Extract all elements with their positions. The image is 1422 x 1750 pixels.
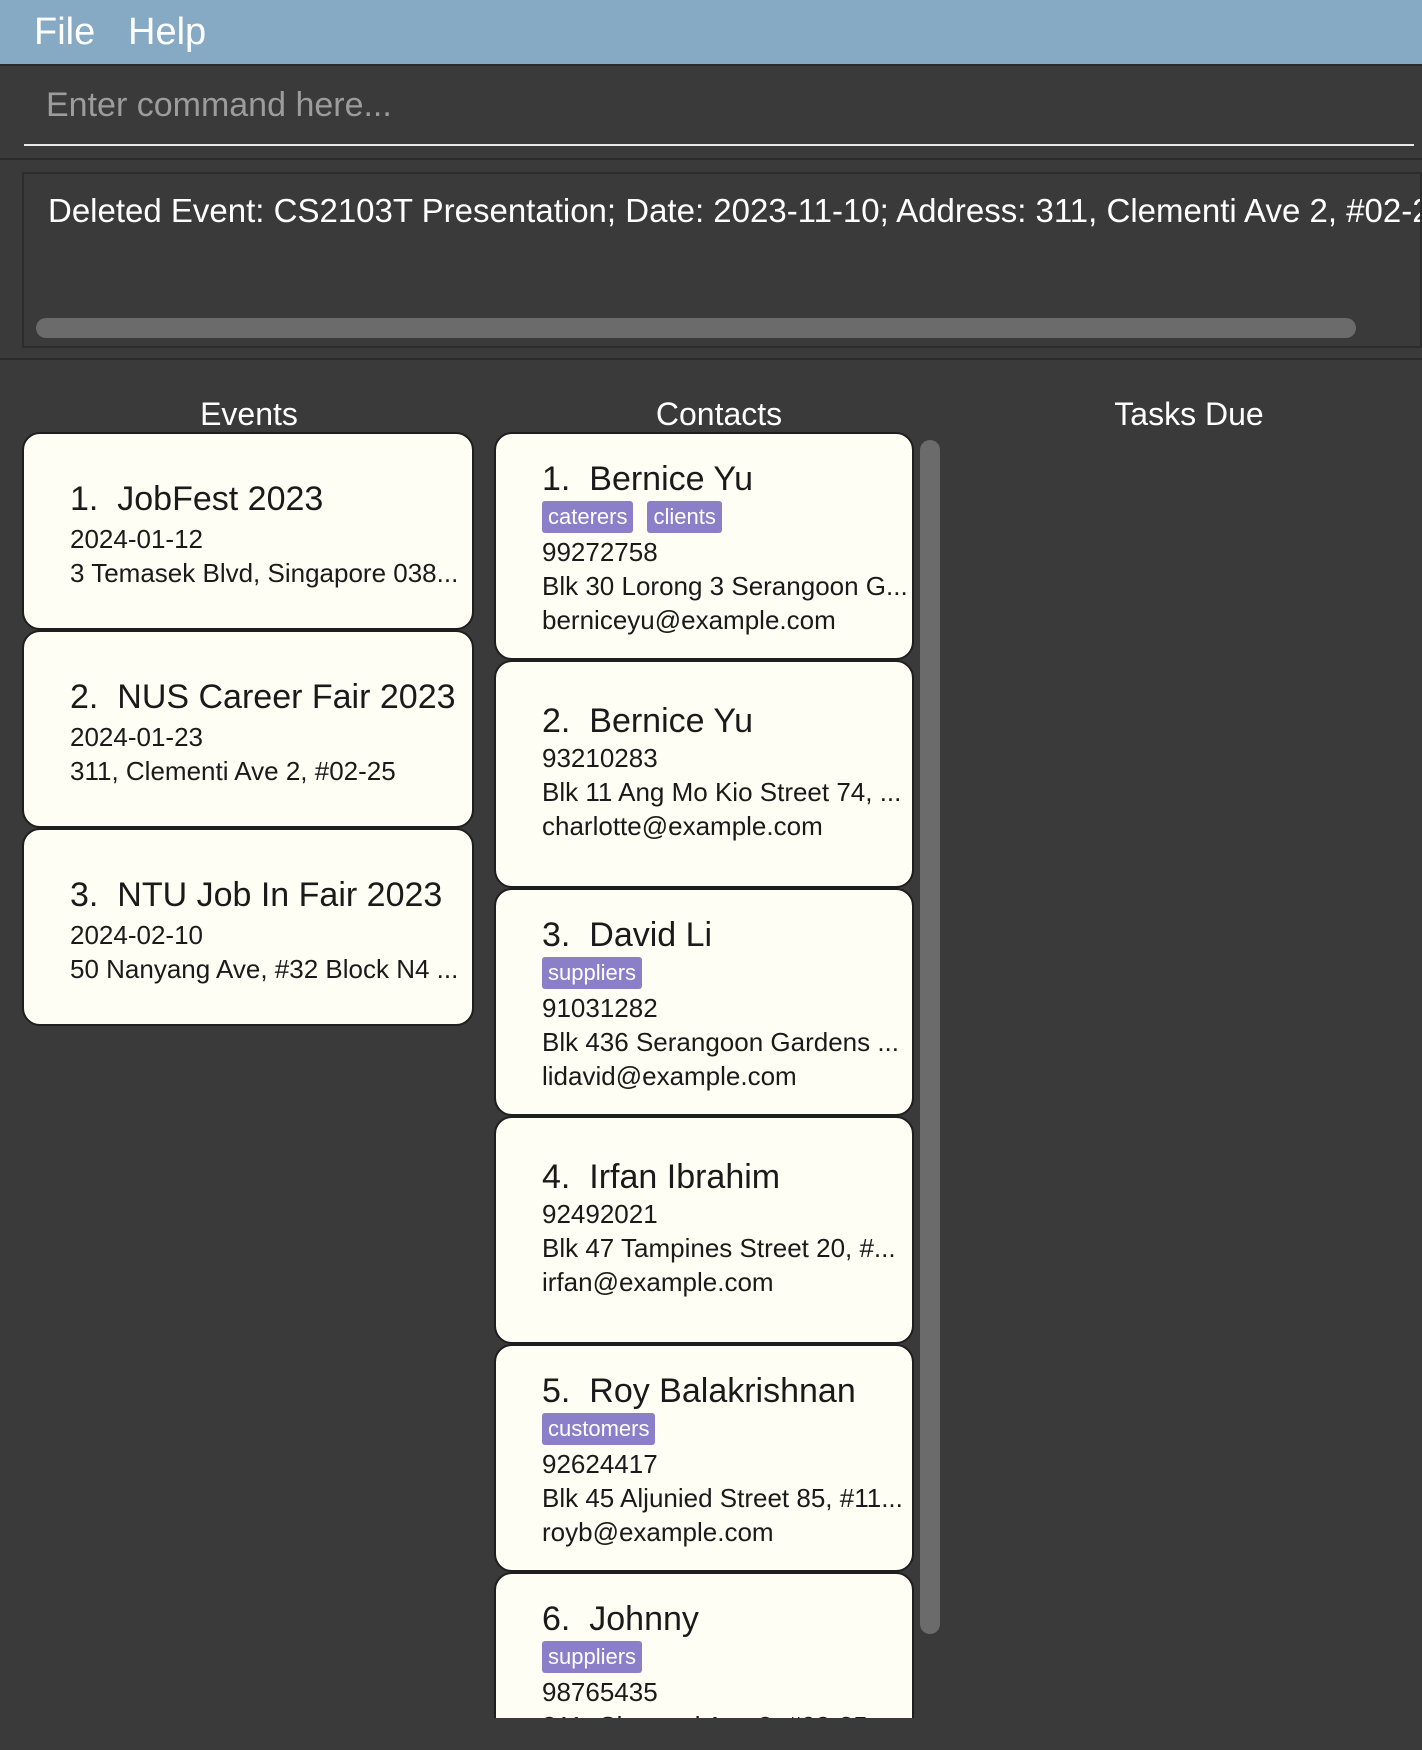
contact-body: 6. Johnny suppliers 98765435 311, Clemen… <box>542 1600 868 1718</box>
contact-email: royb@example.com <box>542 1517 774 1547</box>
contacts-heading: Contacts <box>655 396 783 432</box>
contact-card[interactable]: 1. Bernice Yu caterers clients 99272758 … <box>494 432 914 660</box>
result-text: Deleted Event: CS2103T Presentation; Dat… <box>48 192 1422 229</box>
event-date: 2024-01-12 <box>70 524 203 554</box>
contact-card[interactable]: 4. Irfan Ibrahim 92492021 Blk 47 Tampine… <box>494 1116 914 1344</box>
menu-bar: File Help <box>0 0 1422 64</box>
contact-body: 3. David Li suppliers 91031282 Blk 436 S… <box>542 916 899 1093</box>
menu-file[interactable]: File <box>34 8 95 56</box>
event-date: 2024-01-23 <box>70 722 203 752</box>
event-date: 2024-02-10 <box>70 920 203 950</box>
contact-phone: 99272758 <box>542 537 658 567</box>
event-card[interactable]: 2. NUS Career Fair 2023 2024-01-23 311, … <box>22 630 474 828</box>
contact-address: Blk 30 Lorong 3 Serangoon G... <box>542 571 908 601</box>
result-display: Deleted Event: CS2103T Presentation; Dat… <box>0 158 1422 360</box>
contact-card[interactable]: 6. Johnny suppliers 98765435 311, Clemen… <box>494 1572 914 1718</box>
result-box: Deleted Event: CS2103T Presentation; Dat… <box>22 172 1422 348</box>
tag: suppliers <box>542 1641 643 1673</box>
tasks-heading: Tasks Due <box>1114 396 1264 432</box>
event-title: 1. JobFest 2023 <box>70 480 324 518</box>
contact-body: 5. Roy Balakrishnan customers 92624417 B… <box>542 1372 903 1549</box>
contact-body: 1. Bernice Yu caterers clients 99272758 … <box>542 460 908 637</box>
contact-name: 4. Irfan Ibrahim <box>542 1158 781 1196</box>
contact-card[interactable]: 3. David Li suppliers 91031282 Blk 436 S… <box>494 888 914 1116</box>
contact-tags: caterers clients <box>542 501 908 535</box>
tag: caterers <box>542 501 634 533</box>
event-address: 3 Temasek Blvd, Singapore 038... <box>70 558 459 588</box>
horizontal-scrollbar[interactable] <box>36 318 1356 338</box>
command-input[interactable] <box>24 66 1414 146</box>
tag: clients <box>647 501 722 533</box>
contact-phone: 98765435 <box>542 1677 658 1707</box>
events-heading: Events <box>200 396 298 432</box>
contact-phone: 92492021 <box>542 1199 658 1229</box>
contact-card[interactable]: 2. Bernice Yu 93210283 Blk 11 Ang Mo Kio… <box>494 660 914 888</box>
contacts-list: 1. Bernice Yu caterers clients 99272758 … <box>494 432 914 1718</box>
contact-email: irfan@example.com <box>542 1267 774 1297</box>
contact-phone: 91031282 <box>542 993 658 1023</box>
tag: customers <box>542 1413 656 1445</box>
contact-name: 1. Bernice Yu <box>542 460 754 498</box>
contact-name: 6. Johnny <box>542 1600 699 1638</box>
menu-help[interactable]: Help <box>128 8 206 56</box>
contact-phone: 93210283 <box>542 743 658 773</box>
contact-tags: suppliers <box>542 957 899 991</box>
contact-phone: 92624417 <box>542 1449 658 1479</box>
tag: suppliers <box>542 957 643 989</box>
contact-card[interactable]: 5. Roy Balakrishnan customers 92624417 B… <box>494 1344 914 1572</box>
contact-address: Blk 47 Tampines Street 20, #... <box>542 1233 896 1263</box>
contact-body: 2. Bernice Yu 93210283 Blk 11 Ang Mo Kio… <box>542 702 901 843</box>
contact-email: lidavid@example.com <box>542 1061 797 1091</box>
contact-body: 4. Irfan Ibrahim 92492021 Blk 47 Tampine… <box>542 1158 896 1299</box>
contact-address: Blk 436 Serangoon Gardens ... <box>542 1027 900 1057</box>
contact-email: berniceyu@example.com <box>542 605 836 635</box>
event-title: 2. NUS Career Fair 2023 <box>70 678 456 716</box>
event-card[interactable]: 3. NTU Job In Fair 2023 2024-02-10 50 Na… <box>22 828 474 1026</box>
contact-email: charlotte@example.com <box>542 811 823 841</box>
contact-name: 5. Roy Balakrishnan <box>542 1372 856 1410</box>
contacts-scrollbar[interactable] <box>920 440 940 1634</box>
contact-address: Blk 45 Aljunied Street 85, #11... <box>542 1483 903 1513</box>
command-box <box>0 64 1422 160</box>
event-address: 311, Clementi Ave 2, #02-25 <box>70 756 396 786</box>
event-title: 3. NTU Job In Fair 2023 <box>70 876 443 914</box>
contact-tags: customers <box>542 1413 903 1447</box>
contact-address: Blk 11 Ang Mo Kio Street 74, ... <box>542 777 902 807</box>
contact-address: 311, Clementi Ave 2, #02-25 <box>542 1709 868 1718</box>
contact-name: 3. David Li <box>542 916 713 954</box>
contact-tags: suppliers <box>542 1641 868 1675</box>
event-card[interactable]: 1. JobFest 2023 2024-01-12 3 Temasek Blv… <box>22 432 474 630</box>
event-address: 50 Nanyang Ave, #32 Block N4 ... <box>70 954 459 984</box>
tasks-list <box>964 432 1414 1718</box>
contact-name: 2. Bernice Yu <box>542 702 754 740</box>
